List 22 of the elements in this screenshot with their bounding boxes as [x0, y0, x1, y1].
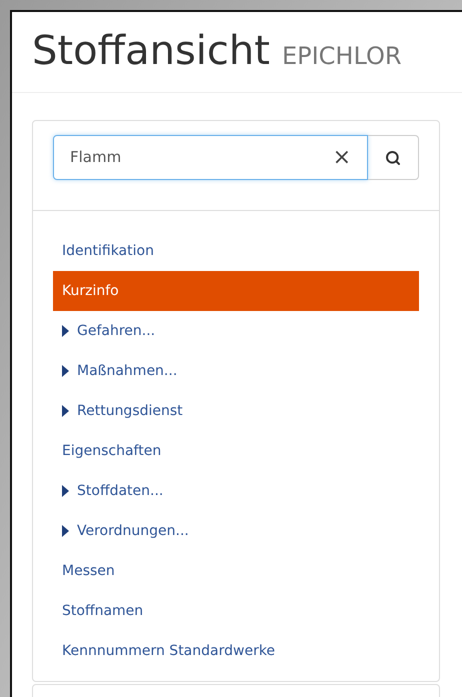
nav-item[interactable]: Stoffnamen — [53, 591, 419, 631]
caret-icon — [62, 485, 69, 497]
nav-item[interactable]: Verordnungen... — [53, 511, 419, 551]
search-icon — [385, 150, 401, 166]
caret-icon — [62, 405, 69, 417]
nav-item[interactable]: Rettungsdienst — [53, 391, 419, 431]
nav-item[interactable]: Identifikation — [53, 231, 419, 271]
caret-icon — [62, 325, 69, 337]
nav-item[interactable]: Kurzinfo — [53, 271, 419, 311]
caret-icon — [62, 525, 69, 537]
nav-item[interactable]: Maßnahmen... — [53, 351, 419, 391]
page-title: Stoffansicht — [32, 27, 270, 76]
nav-item[interactable]: Kennnummern Standardwerke — [53, 631, 419, 671]
nav-item[interactable]: Gefahren... — [53, 311, 419, 351]
nav-item[interactable]: Stoffdaten... — [53, 471, 419, 511]
substance-name: EPICHLOR — [282, 41, 402, 72]
nav-item[interactable]: Eigenschaften — [53, 431, 419, 471]
search-field[interactable]: Flamm × — [53, 135, 368, 180]
clear-button[interactable]: × — [332, 146, 351, 168]
search-button[interactable] — [368, 135, 419, 180]
caret-icon — [62, 365, 69, 377]
nav-item[interactable]: Messen — [53, 551, 419, 591]
